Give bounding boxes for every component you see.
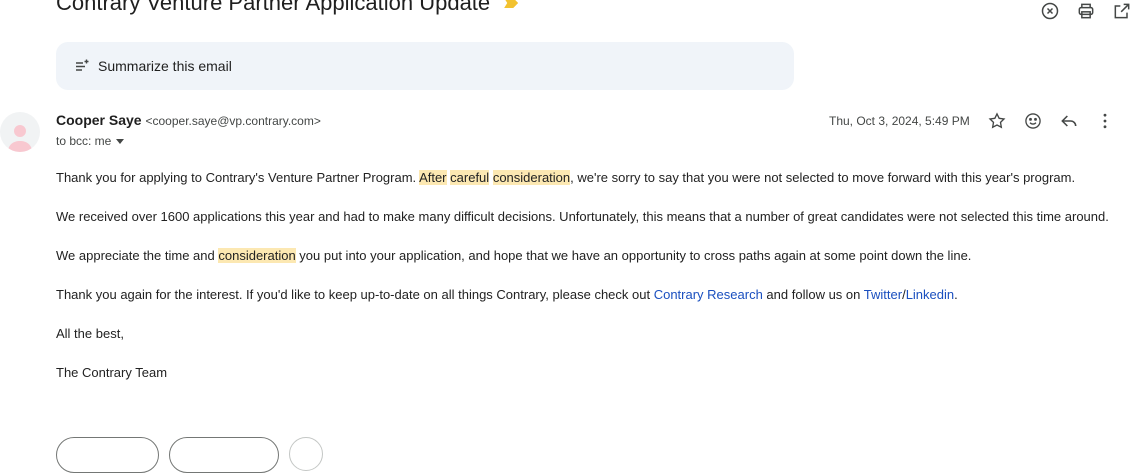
- star-icon: [988, 112, 1006, 129]
- body-text-span: you put into your application, and hope …: [295, 248, 972, 263]
- body-text-span: We appreciate the time and: [56, 248, 219, 263]
- sender-line: Cooper Saye <cooper.saye@vp.contrary.com…: [56, 112, 321, 128]
- summarize-label: Summarize this email: [98, 58, 232, 74]
- reply-icon: [1061, 115, 1077, 127]
- star-button[interactable]: [979, 103, 1015, 139]
- recipient-text: to bcc: me: [56, 134, 112, 148]
- email-body: Thank you for applying to Contrary's Ven…: [56, 170, 1136, 404]
- body-text-span: Thank you again for the interest. If you…: [56, 287, 654, 302]
- body-paragraph-3: We appreciate the time and consideration…: [56, 248, 1136, 264]
- email-date: Thu, Oct 3, 2024, 5:49 PM: [829, 114, 970, 128]
- open-in-new-icon: [1114, 3, 1130, 19]
- print-button[interactable]: [1068, 0, 1104, 29]
- importance-marker-icon[interactable]: [504, 0, 519, 8]
- sender-avatar[interactable]: [0, 112, 40, 152]
- highlighted-term: After: [419, 170, 447, 185]
- body-paragraph-5: All the best,: [56, 326, 124, 341]
- close-thread-button[interactable]: [1032, 0, 1068, 29]
- person-icon: [8, 125, 32, 152]
- email-subject: Contrary Venture Partner Application Upd…: [56, 0, 519, 17]
- summarize-sparkle-icon: [76, 59, 89, 71]
- body-text-span: Thank you for applying to Contrary's Ven…: [56, 170, 420, 185]
- close-circle-icon: [1041, 2, 1059, 20]
- contrary-research-link[interactable]: Contrary Research: [654, 287, 763, 302]
- body-text-span: , we're sorry to say that you were not s…: [570, 170, 1076, 185]
- subject-text: Contrary Venture Partner Application Upd…: [56, 0, 491, 15]
- body-text-span: .: [954, 287, 958, 302]
- linkedin-link[interactable]: Linkedin: [906, 287, 954, 302]
- caret-down-icon: [116, 139, 125, 144]
- emoji-icon: [1025, 113, 1041, 129]
- forward-pill-button[interactable]: [169, 437, 279, 473]
- open-new-window-button[interactable]: [1104, 0, 1140, 29]
- reply-pill-button[interactable]: [56, 437, 159, 473]
- add-reaction-button[interactable]: [1015, 103, 1051, 139]
- recipient-details-toggle[interactable]: to bcc: me: [56, 134, 125, 148]
- body-text-span: and follow us on: [762, 287, 864, 302]
- more-vert-icon: [1103, 113, 1107, 129]
- highlighted-term: consideration: [492, 170, 571, 185]
- body-paragraph-1: Thank you for applying to Contrary's Ven…: [56, 170, 1136, 186]
- body-paragraph-2: We received over 1600 applications this …: [56, 209, 1109, 224]
- bottom-action-pills: [56, 437, 323, 473]
- message-actions: [979, 103, 1123, 139]
- summarize-email-button[interactable]: Summarize this email: [56, 42, 794, 90]
- emoji-pill-button[interactable]: [289, 437, 323, 471]
- body-paragraph-4: Thank you again for the interest. If you…: [56, 287, 1136, 303]
- printer-icon: [1078, 3, 1094, 19]
- body-paragraph-6: The Contrary Team: [56, 365, 168, 380]
- highlighted-term: consideration: [218, 248, 296, 263]
- sender-email: <cooper.saye@vp.contrary.com>: [145, 114, 321, 128]
- twitter-link[interactable]: Twitter: [864, 287, 902, 302]
- highlighted-term: careful: [450, 170, 490, 185]
- reply-button[interactable]: [1051, 103, 1087, 139]
- thread-toolbar: [1032, 0, 1140, 29]
- sender-name[interactable]: Cooper Saye: [56, 112, 142, 128]
- more-options-button[interactable]: [1087, 103, 1123, 139]
